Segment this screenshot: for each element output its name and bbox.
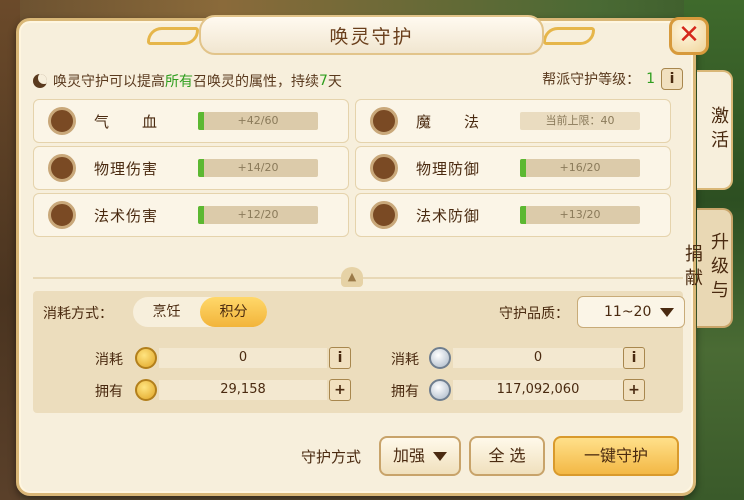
attr-slot-icon	[370, 107, 398, 135]
right-own-value: 117,092,060	[453, 380, 623, 400]
desc-highlight: 所有	[165, 74, 193, 90]
guard-panel: 唤灵守护 ✕ 唤灵守护可以提高 所有 召唤灵的属性，持续 7 天 帮派守护等级：…	[16, 15, 709, 496]
attr-name: 法术伤害	[94, 206, 159, 225]
attr-magic-atk[interactable]: 法术伤害 +12/20	[33, 193, 349, 237]
left-cost-value: 0	[159, 348, 327, 368]
attr-slot-icon	[370, 154, 398, 182]
guild-level-value: 1	[646, 71, 655, 87]
attr-slot-icon	[370, 201, 398, 229]
attr-name: 魔 法	[416, 112, 481, 131]
chevron-down-icon	[660, 308, 674, 317]
guild-level-info-button[interactable]: i	[661, 68, 683, 90]
left-own-label: 拥有	[95, 384, 123, 400]
attr-value: +42/60	[237, 114, 279, 127]
guard-mode-dropdown[interactable]: 加强	[379, 436, 461, 476]
attr-bar: +12/20	[198, 206, 318, 224]
quality-dropdown[interactable]: 11~20	[577, 296, 685, 328]
tab-upgrade-donate[interactable]: 升级与捐献	[682, 208, 733, 328]
attr-value: +12/20	[237, 208, 279, 221]
left-cost-label: 消耗	[95, 352, 123, 368]
left-info-button[interactable]: i	[329, 347, 351, 369]
option-cooking[interactable]: 烹饪	[133, 297, 200, 327]
attr-mp[interactable]: 魔 法 当前上限：40	[355, 99, 671, 143]
attr-name: 气 血	[94, 112, 159, 131]
attr-bar: +16/20	[520, 159, 640, 177]
silver-coin-icon	[429, 379, 451, 401]
attr-value: +16/20	[559, 161, 601, 174]
right-info-button[interactable]: i	[623, 347, 645, 369]
attr-value: +14/20	[237, 161, 279, 174]
quality-label: 守护品质：	[499, 306, 569, 322]
attr-name: 物理伤害	[94, 159, 159, 178]
attr-phys-atk[interactable]: 物理伤害 +14/20	[33, 146, 349, 190]
guard-mode-label: 守护方式	[301, 448, 362, 466]
one-click-guard-button[interactable]: 一键守护	[553, 436, 679, 476]
attr-hp[interactable]: 气 血 +42/60	[33, 99, 349, 143]
right-cost-value: 0	[453, 348, 623, 368]
consume-mode-toggle[interactable]: 烹饪 积分	[133, 297, 267, 327]
right-own-label: 拥有	[391, 384, 419, 400]
attr-name: 法术防御	[416, 206, 481, 225]
option-points[interactable]: 积分	[200, 297, 267, 327]
attr-value: +13/20	[559, 208, 601, 221]
chevron-down-icon	[433, 452, 447, 461]
quality-value: 11~20	[604, 304, 652, 320]
guild-level-label: 帮派守护等级：	[542, 72, 641, 88]
attr-bar: 当前上限：40	[520, 112, 640, 130]
collapse-toggle-icon[interactable]: ▲	[341, 267, 363, 287]
attr-bar: +42/60	[198, 112, 318, 130]
guard-mode-value: 加强	[392, 446, 425, 465]
right-add-button[interactable]: +	[623, 379, 645, 401]
attr-bar: +14/20	[198, 159, 318, 177]
attr-value: 当前上限：40	[545, 114, 615, 127]
left-own-value: 29,158	[159, 380, 327, 400]
desc-suffix: 天	[327, 74, 342, 90]
attr-slot-icon	[48, 107, 76, 135]
gold-coin-icon	[135, 379, 157, 401]
description-line: 唤灵守护可以提高 所有 召唤灵的属性，持续 7 天	[33, 71, 342, 91]
attr-name: 物理防御	[416, 159, 481, 178]
attr-slot-icon	[48, 154, 76, 182]
desc-prefix: 唤灵守护可以提高	[53, 74, 165, 90]
attr-phys-def[interactable]: 物理防御 +16/20	[355, 146, 671, 190]
consume-section: 消耗方式： 烹饪 积分 守护品质： 11~20 消耗 0 i 拥有 29,158…	[33, 291, 685, 413]
moon-icon	[33, 74, 47, 88]
desc-days: 7	[319, 73, 328, 89]
desc-mid: 召唤灵的属性，持续	[193, 74, 319, 90]
attr-magic-def[interactable]: 法术防御 +13/20	[355, 193, 671, 237]
attr-bar: +13/20	[520, 206, 640, 224]
title-ornament-right	[543, 21, 603, 47]
select-all-button[interactable]: 全 选	[469, 436, 545, 476]
right-cost-label: 消耗	[391, 352, 419, 368]
window-title: 唤灵守护	[199, 15, 544, 55]
silver-coin-icon	[429, 347, 451, 369]
close-icon[interactable]: ✕	[669, 17, 709, 55]
guild-guard-level: 帮派守护等级： 1 i	[542, 68, 683, 90]
consume-mode-label: 消耗方式：	[43, 306, 113, 322]
title-ornament-left	[147, 21, 207, 47]
tab-activate[interactable]: 激活	[697, 70, 733, 190]
attr-slot-icon	[48, 201, 76, 229]
left-add-button[interactable]: +	[329, 379, 351, 401]
gold-coin-icon	[135, 347, 157, 369]
